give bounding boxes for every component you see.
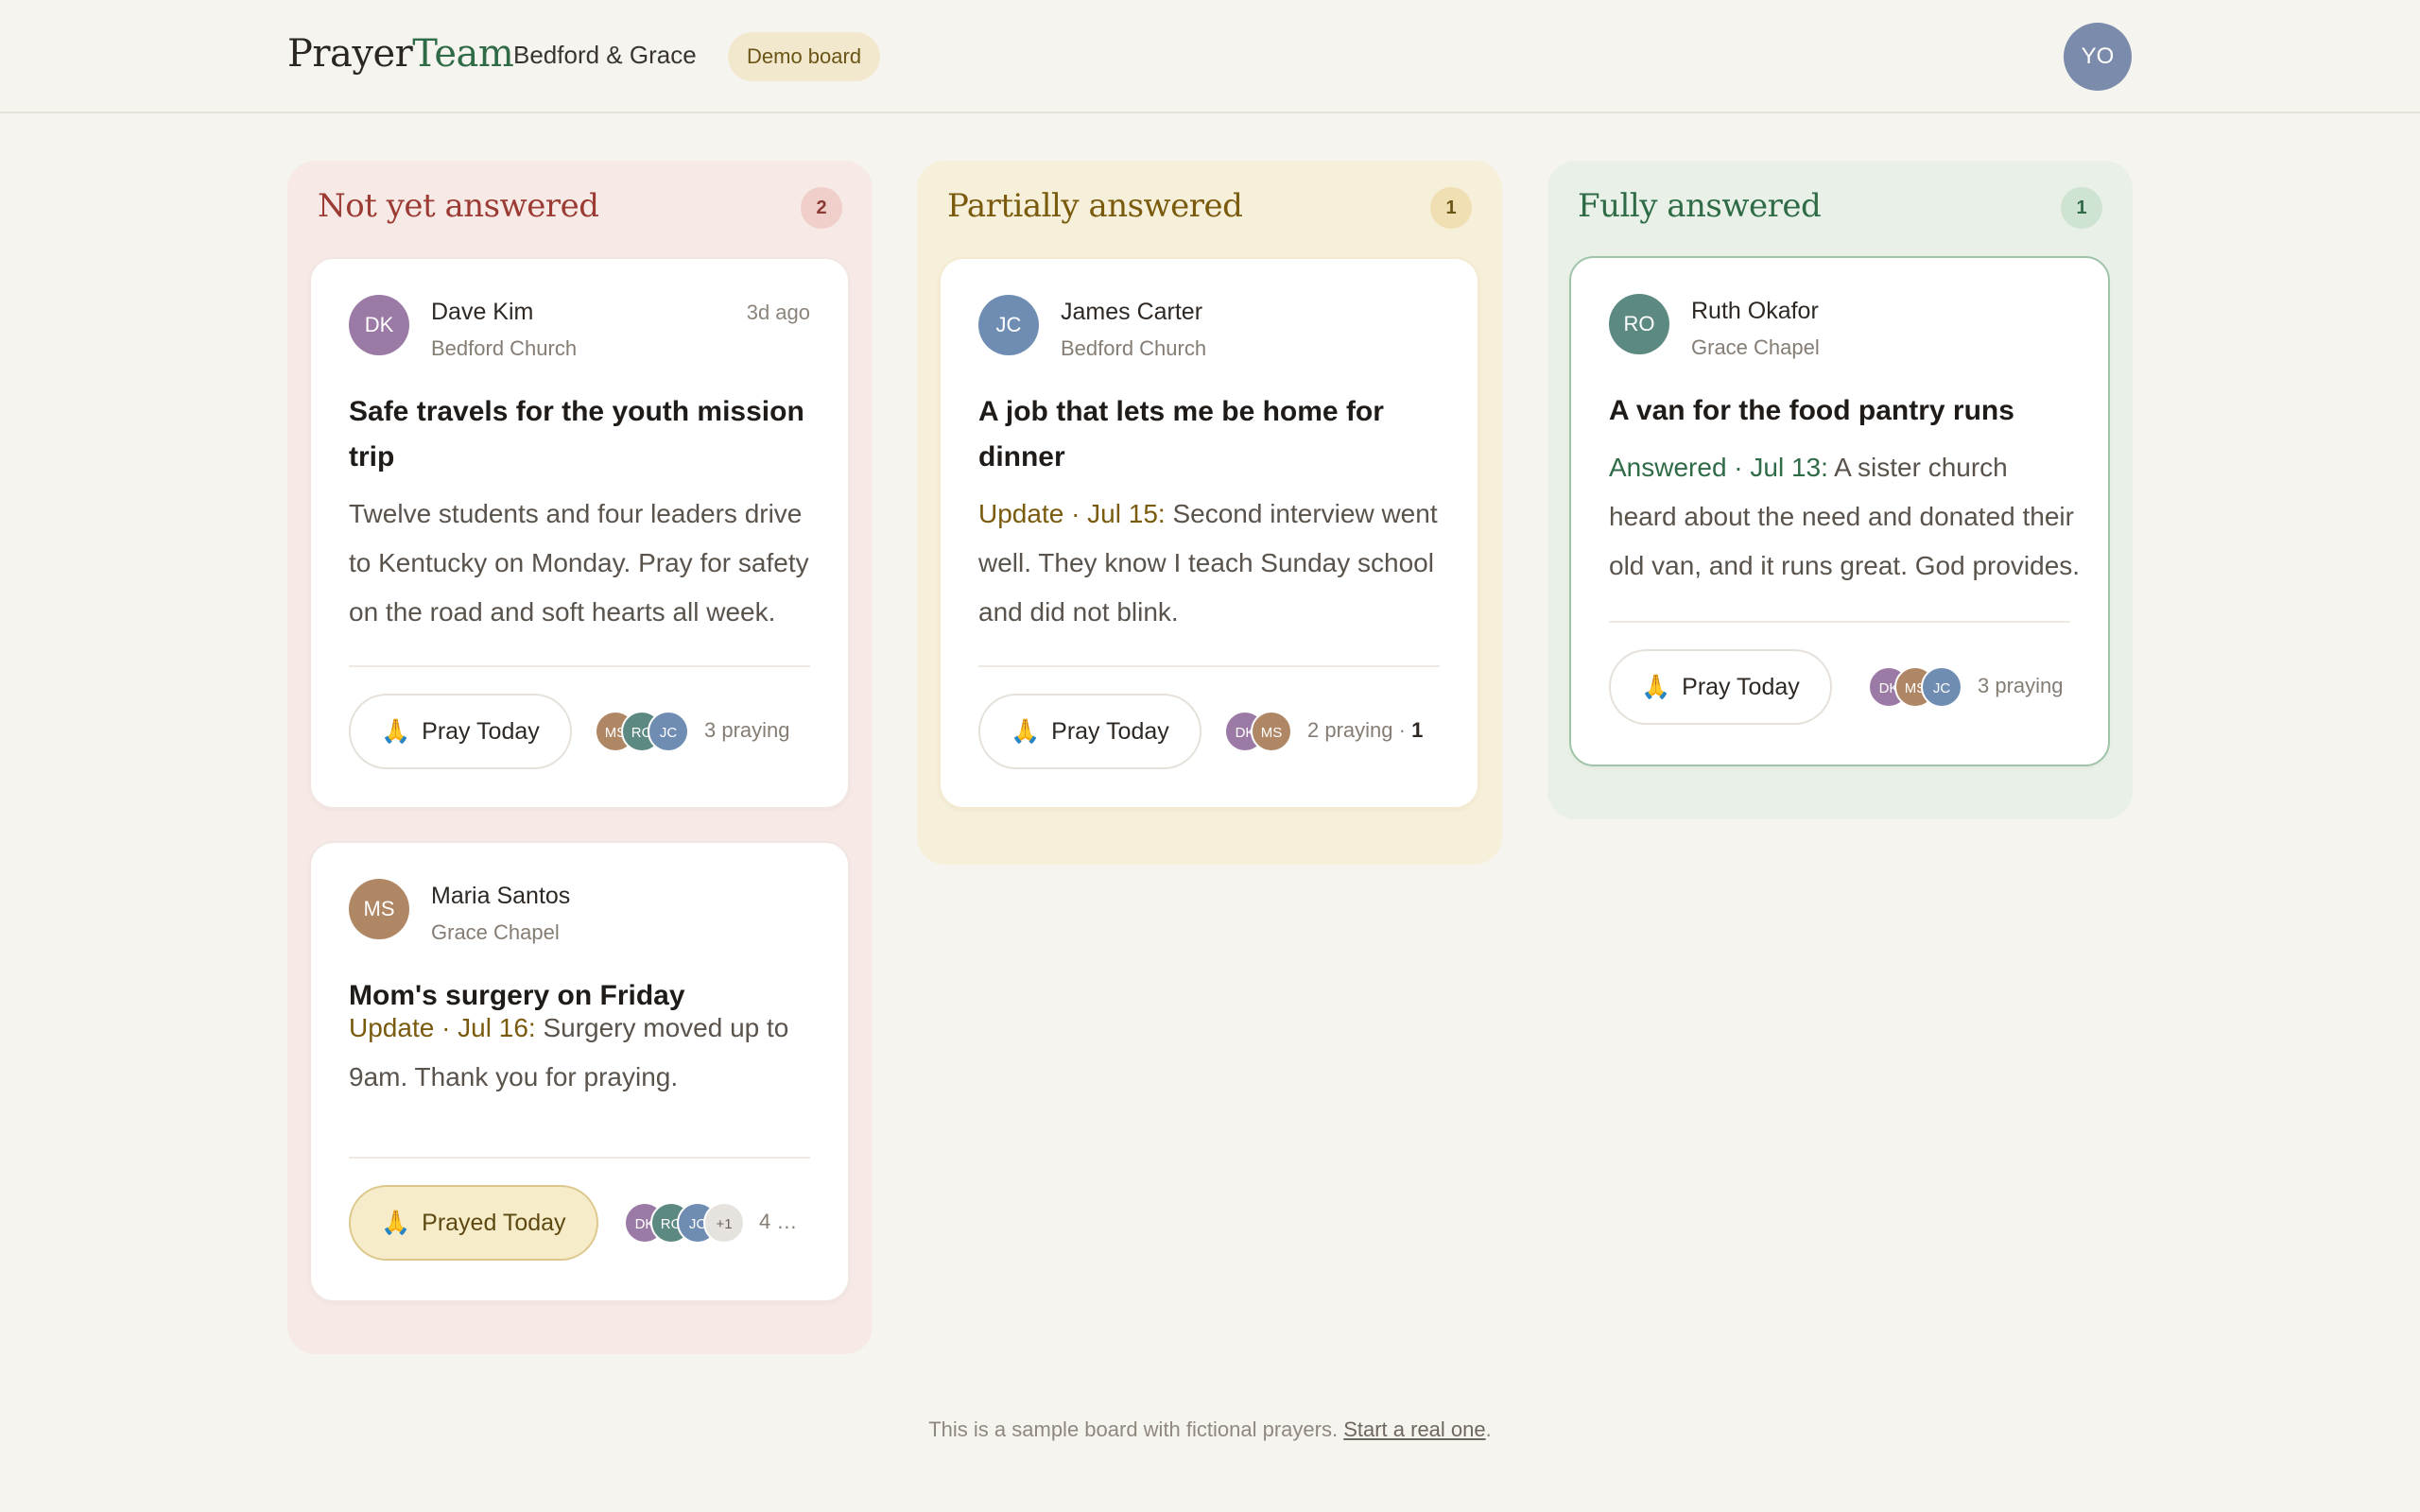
author-name: Ruth Okafor [1691,298,1819,324]
author-name: James Carter [1061,299,1203,325]
praying-avatar-jc: JC [648,711,689,752]
pray-button-label: Pray Today [422,718,540,745]
request-title: A job that lets me be home for dinner [978,396,1384,472]
praying-hands-icon: 🙏 [1011,718,1041,745]
praying-count-text: 2 praying · [1307,718,1412,742]
card-divider [1609,621,2070,623]
demo-board-badge: Demo board [728,32,881,81]
pray-today-button[interactable]: 🙏 Pray Today [978,694,1201,769]
praying-count: 2 praying · 1 [1307,718,1449,743]
update-label: Update · Jul 16: [349,1013,536,1042]
column-count-badge: 1 [1430,187,1472,229]
praying-avatar-more: +1 [703,1202,745,1244]
praying-avatars[interactable]: DK MS JC [1868,666,1972,708]
footer-period: . [1485,1418,1492,1441]
praying-avatars[interactable]: DK MS [1224,711,1300,752]
praying-hands-icon: 🙏 [1641,674,1671,700]
column-fully-answered: Fully answered 1 RO Ruth Okafor Grace Ch… [1547,161,2133,819]
card-divider [349,665,810,667]
pray-button-label: Pray Today [1682,674,1800,700]
prayer-card-moms-surgery[interactable]: MS Maria Santos Grace Chapel Mom's surge… [309,841,850,1302]
brand-word-team: Team [412,32,514,76]
pray-today-button[interactable]: 🙏 Pray Today [1609,649,1832,725]
request-body: Twelve students and four leaders drive t… [349,499,809,627]
praying-avatar-jc: JC [1921,666,1962,708]
column-title: Not yet answered [318,187,599,225]
board-name[interactable]: Bedford & Grace [513,41,697,70]
prayed-today-button[interactable]: 🙏 Prayed Today [349,1185,598,1261]
start-real-board-link[interactable]: Start a real one [1343,1418,1485,1441]
author-church: Bedford Church [1061,336,1207,360]
user-avatar[interactable]: YO [2064,23,2132,91]
praying-hands-icon: 🙏 [381,1210,411,1236]
author-church: Grace Chapel [1691,335,1820,359]
author-avatar: RO [1609,294,1669,354]
pray-button-label: Prayed Today [422,1210,566,1236]
prayer-card-youth-trip[interactable]: DK Dave Kim Bedford Church 3d ago Safe t… [309,257,850,809]
pray-button-label: Pray Today [1051,718,1169,745]
update-label: Update · Jul 15: [978,499,1166,528]
author-church: Bedford Church [431,336,578,360]
top-bar: PrayerTeam Bedford & Grace Demo board YO [0,0,2420,113]
column-partially-answered: Partially answered 1 JC James Carter Bed… [917,161,1502,865]
praying-avatars[interactable]: DK RO JC +1 [624,1202,756,1244]
prayer-card-food-pantry-van[interactable]: RO Ruth Okafor Grace Chapel A van for th… [1569,256,2110,766]
author-avatar: MS [349,879,409,939]
footer-text: This is a sample board with fictional pr… [928,1418,1344,1441]
column-count-badge: 1 [2061,187,2102,229]
request-title: A van for the food pantry runs [1609,395,2014,426]
praying-count: 3 praying [1978,674,2064,697]
answered-label: Answered · Jul 13: [1609,453,1828,482]
brand-word-prayer: Prayer [287,32,413,76]
brand-logo[interactable]: PrayerTeam [287,32,514,76]
post-time: 3d ago [746,301,810,324]
column-title: Fully answered [1578,187,1822,225]
author-avatar: DK [349,295,409,355]
praying-count: 3 praying [704,718,790,742]
card-divider [349,1157,810,1159]
author-name: Maria Santos [431,883,571,909]
footer-note: This is a sample board with fictional pr… [0,1418,2420,1442]
author-name: Dave Kim [431,299,534,325]
request-title: Safe travels for the youth mission trip [349,396,804,472]
request-body: Update · Jul 16: Surgery moved up to 9am… [349,1004,821,1102]
request-body: Answered · Jul 13: A sister church heard… [1609,443,2082,591]
prayer-card-job[interactable]: JC James Carter Bedford Church A job tha… [939,257,1479,809]
pray-today-button[interactable]: 🙏 Pray Today [349,694,572,769]
author-avatar: JC [978,295,1039,355]
praying-count: 4 praying [759,1210,808,1233]
column-not-yet-answered: Not yet answered 2 DK Dave Kim Bedford C… [287,161,873,1354]
card-divider [978,665,1440,667]
praying-count-extra: 1 [1411,718,1424,742]
request-body: Update · Jul 15: Second interview went w… [978,490,1451,637]
praying-hands-icon: 🙏 [381,718,411,745]
column-title: Partially answered [947,187,1243,225]
column-count-badge: 2 [801,187,842,229]
praying-avatars[interactable]: MS RO JC [595,711,699,752]
author-church: Grace Chapel [431,920,560,944]
praying-avatar-ms: MS [1251,711,1292,752]
